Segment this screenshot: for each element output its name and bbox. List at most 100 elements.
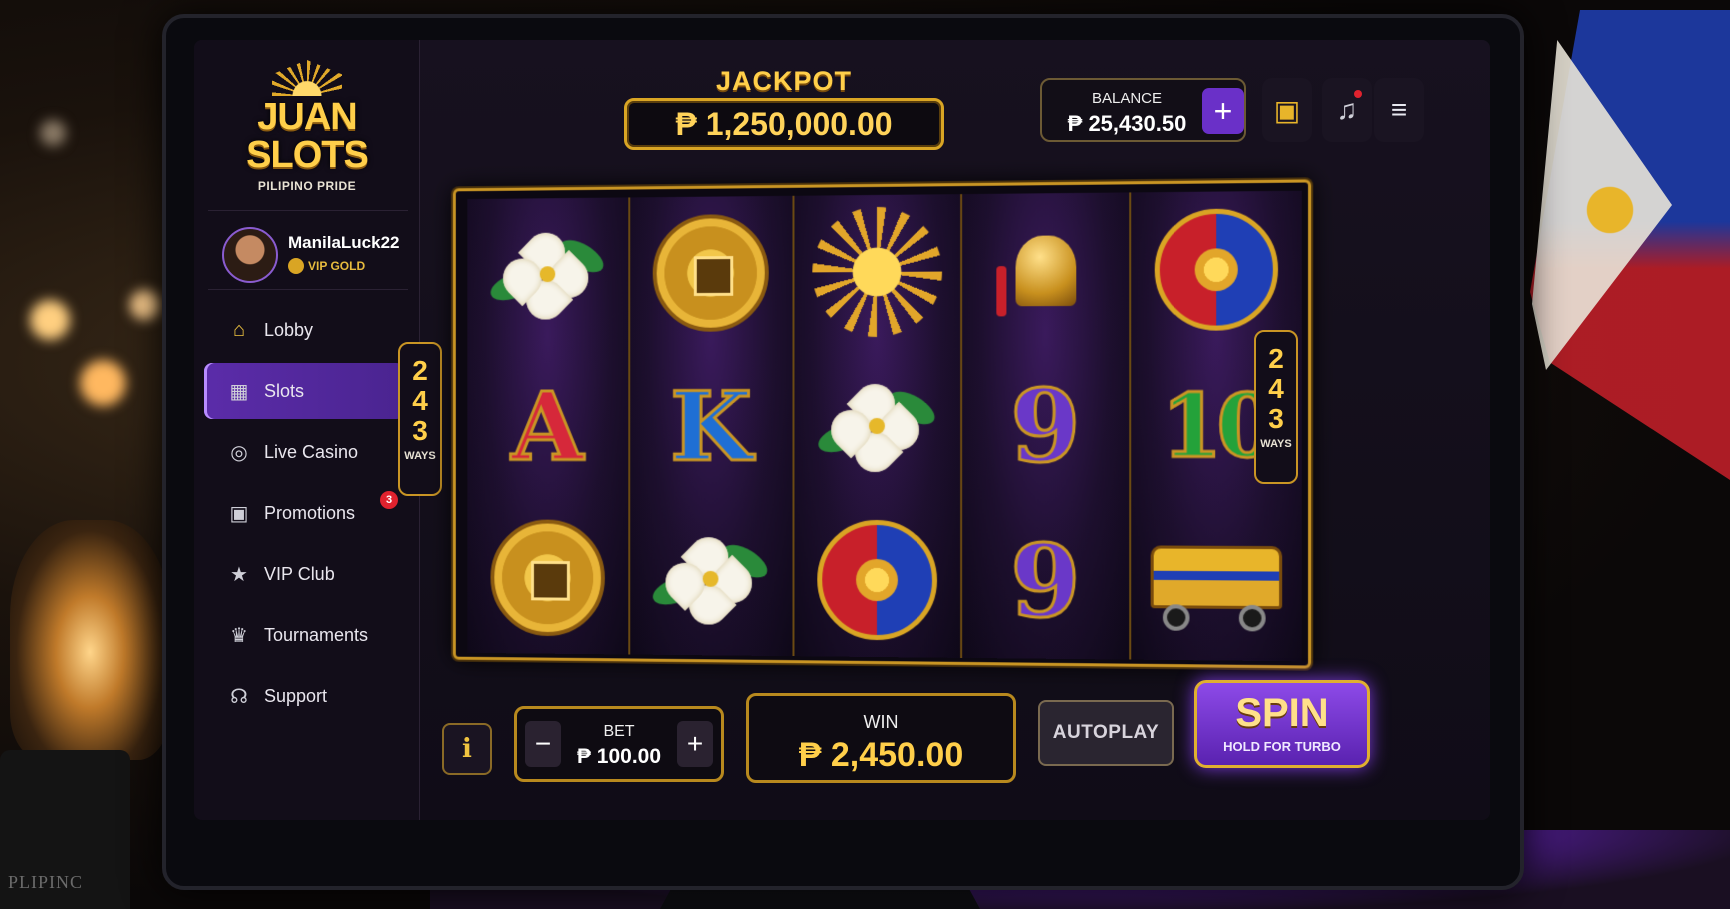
reel-frame: A K 9 9 10 xyxy=(452,179,1312,669)
sidebar: JUAN SLOTS PILIPINO PRIDE ManilaLuck22 V… xyxy=(194,40,420,820)
add-funds-button[interactable]: + xyxy=(1202,88,1244,134)
bet-increase-button[interactable]: + xyxy=(677,721,713,767)
autoplay-button[interactable]: AUTOPLAY xyxy=(1038,700,1174,766)
reel-1: A xyxy=(467,197,628,655)
nine-symbol: 9 xyxy=(1009,365,1082,487)
game-screen: JUAN SLOTS PILIPINO PRIDE ManilaLuck22 V… xyxy=(194,40,1490,820)
letter-a-symbol: A xyxy=(510,369,585,484)
reel-cell: K xyxy=(630,349,793,502)
philippine-sun-icon xyxy=(812,206,943,338)
menu-icon: ≡ xyxy=(1390,94,1408,125)
sidebar-item-tournaments[interactable]: ♛ Tournaments xyxy=(204,607,404,663)
menu-button[interactable]: ≡ xyxy=(1374,78,1424,142)
sun-emblem-icon xyxy=(817,519,938,641)
sidebar-nav: ⌂ Lobby ▦ Slots ◎ Live Casino ▣ Promotio… xyxy=(204,302,404,729)
username: ManilaLuck22 xyxy=(288,233,400,252)
vip-tier: VIP GOLD xyxy=(288,258,365,275)
sidebar-item-promotions[interactable]: ▣ Promotions 3 xyxy=(204,485,404,541)
reel-cell xyxy=(630,196,793,350)
bet-control: − BET ₱ 100.00 + xyxy=(514,706,724,782)
jackpot-display: JACKPOT ₱ 1,250,000.00 xyxy=(624,66,944,150)
sampaguita-flower-icon xyxy=(486,214,609,333)
spin-button[interactable]: SPIN HOLD FOR TURBO xyxy=(1194,680,1370,768)
reel-cell xyxy=(630,502,793,656)
gold-coin-icon xyxy=(490,519,605,637)
win-display: WIN ₱ 2,450.00 xyxy=(746,693,1016,783)
jackpot-label: JACKPOT xyxy=(715,66,852,96)
gift-icon: ▣ xyxy=(1273,94,1301,126)
reel-4: 9 9 xyxy=(959,192,1130,660)
home-icon: ⌂ xyxy=(232,318,246,341)
poker-chip-icon: ◎ xyxy=(230,441,248,464)
balance-value: ₱ 25,430.50 xyxy=(1067,111,1187,136)
logo-sun-icon xyxy=(272,60,342,96)
bell-icon: ♫ xyxy=(1336,94,1358,125)
bet-decrease-button[interactable]: − xyxy=(525,721,561,767)
sidebar-item-lobby[interactable]: ⌂ Lobby xyxy=(204,302,404,358)
vip-coin-icon xyxy=(288,258,304,274)
gold-coin-icon xyxy=(653,213,770,332)
reel-cell xyxy=(962,192,1130,348)
spin-label: SPIN xyxy=(1235,691,1329,735)
reel-cell xyxy=(795,194,960,349)
ways-digit: 4 xyxy=(412,385,428,416)
ways-number: 2 4 3 xyxy=(1256,332,1296,434)
ways-badge-left: 2 4 3 WAYS xyxy=(398,342,442,496)
gift-button[interactable]: ▣ xyxy=(1262,78,1312,142)
bokeh-light xyxy=(80,360,126,406)
headset-icon: ☊ xyxy=(230,685,248,708)
reel-cell: 9 xyxy=(962,503,1130,659)
user-profile[interactable]: ManilaLuck22 VIP GOLD xyxy=(208,210,408,290)
ways-digit: 3 xyxy=(412,415,428,446)
ways-digit: 2 xyxy=(1268,343,1284,374)
slot-machine-icon: ▦ xyxy=(229,380,249,403)
sidebar-item-label: Support xyxy=(264,685,328,706)
reel-2: K xyxy=(627,195,793,657)
sidebar-item-live-casino[interactable]: ◎ Live Casino xyxy=(204,424,404,480)
notifications-button[interactable]: ♫ xyxy=(1322,78,1372,142)
ways-digit: 4 xyxy=(1268,373,1284,404)
win-value: ₱ 2,450.00 xyxy=(798,736,964,774)
sidebar-item-vip-club[interactable]: ★ VIP Club xyxy=(204,546,404,602)
gift-icon: ▣ xyxy=(229,502,249,525)
philippine-flag-sun xyxy=(1570,170,1650,250)
avatar[interactable] xyxy=(222,227,278,283)
reel-cell xyxy=(467,197,628,350)
win-label: WIN xyxy=(863,712,899,732)
sidebar-item-label: Tournaments xyxy=(264,624,369,645)
nine-symbol: 9 xyxy=(1009,520,1082,642)
sidebar-item-support[interactable]: ☊ Support xyxy=(204,668,404,724)
ways-badge-right: 2 4 3 WAYS xyxy=(1254,330,1298,484)
sampaguita-flower-icon xyxy=(649,519,773,639)
logo-text-line1: JUAN xyxy=(257,96,357,138)
info-button[interactable]: i xyxy=(442,723,492,775)
lantern xyxy=(10,520,170,760)
reel-cell: 9 xyxy=(962,348,1130,504)
reel-cell xyxy=(467,502,628,655)
bet-label: BET xyxy=(603,723,635,740)
letter-k-symbol: K xyxy=(669,368,754,483)
reel-cell xyxy=(1132,504,1302,661)
logo[interactable]: JUAN SLOTS PILIPINO PRIDE xyxy=(194,50,420,200)
reel-3 xyxy=(792,194,960,658)
balance-display: BALANCE ₱ 25,430.50 + xyxy=(1040,78,1246,142)
sidebar-item-label: Live Casino xyxy=(264,441,359,462)
jackpot-value: ₱ 1,250,000.00 xyxy=(624,98,944,150)
brass-bell-icon xyxy=(990,215,1101,327)
notification-dot xyxy=(1354,90,1362,98)
logo-text-line2: SLOTS xyxy=(246,134,369,176)
spin-sublabel: HOLD FOR TURBO xyxy=(1223,739,1341,754)
reel-cell xyxy=(795,349,960,504)
bet-value: ₱ 100.00 xyxy=(576,745,662,768)
ways-text: WAYS xyxy=(1260,438,1292,450)
sidebar-item-label: Slots xyxy=(264,380,305,401)
ways-digit: 2 xyxy=(412,355,428,386)
reel-cell: A xyxy=(467,350,628,502)
reel-cell xyxy=(1132,191,1302,348)
sun-emblem-icon xyxy=(1154,208,1279,331)
balance-label: BALANCE xyxy=(1091,90,1163,107)
sidebar-item-slots[interactable]: ▦ Slots xyxy=(204,363,404,419)
mug-print: PLIPINC xyxy=(8,872,84,892)
ways-number: 2 4 3 xyxy=(400,344,440,446)
bokeh-light xyxy=(40,120,66,146)
